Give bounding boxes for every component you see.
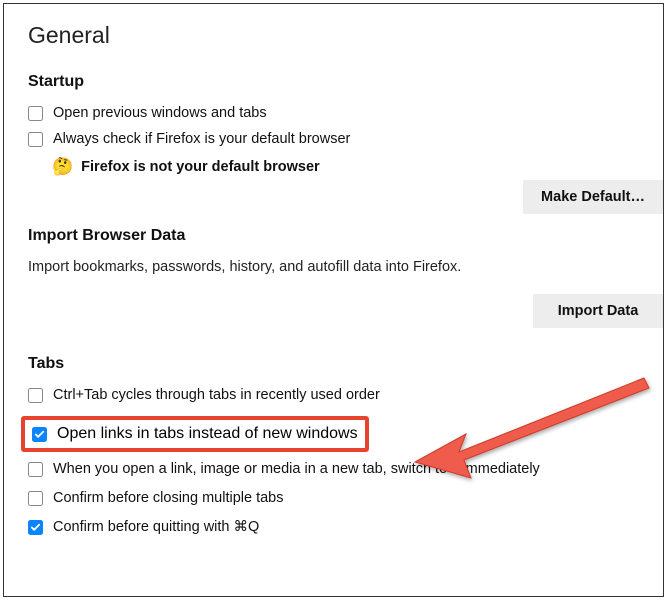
checkmark-icon — [30, 522, 41, 533]
page-title: General — [28, 22, 639, 49]
check-default-row[interactable]: Always check if Firefox is your default … — [28, 131, 639, 147]
tabs-heading: Tabs — [28, 355, 639, 373]
import-description: Import bookmarks, passwords, history, an… — [28, 259, 639, 275]
default-browser-warning: 🤔 Firefox is not your default browser — [52, 157, 639, 177]
checkbox-open-previous[interactable] — [28, 106, 43, 121]
import-heading: Import Browser Data — [28, 227, 639, 245]
import-data-button[interactable]: Import Data — [533, 294, 663, 328]
checkbox-open-links[interactable] — [32, 427, 47, 442]
confirm-quit-row[interactable]: Confirm before quitting with ⌘Q — [28, 519, 639, 535]
thinking-face-icon: 🤔 — [52, 157, 73, 177]
confirm-close-row[interactable]: Confirm before closing multiple tabs — [28, 490, 639, 506]
ctrl-tab-row[interactable]: Ctrl+Tab cycles through tabs in recently… — [28, 387, 639, 403]
open-previous-label: Open previous windows and tabs — [53, 105, 267, 121]
checkbox-confirm-close[interactable] — [28, 491, 43, 506]
ctrl-tab-label: Ctrl+Tab cycles through tabs in recently… — [53, 387, 380, 403]
check-default-label: Always check if Firefox is your default … — [53, 131, 350, 147]
checkbox-switch-immediate[interactable] — [28, 462, 43, 477]
switch-immediate-label: When you open a link, image or media in … — [53, 461, 540, 477]
open-links-label: Open links in tabs instead of new window… — [57, 425, 358, 443]
settings-panel: General Startup Open previous windows an… — [3, 3, 664, 597]
checkbox-ctrl-tab[interactable] — [28, 388, 43, 403]
highlight-annotation: Open links in tabs instead of new window… — [21, 416, 369, 452]
checkmark-icon — [34, 429, 45, 440]
default-browser-warn-text: Firefox is not your default browser — [81, 159, 319, 175]
confirm-quit-label: Confirm before quitting with ⌘Q — [53, 519, 259, 535]
confirm-close-label: Confirm before closing multiple tabs — [53, 490, 284, 506]
checkbox-confirm-quit[interactable] — [28, 520, 43, 535]
checkbox-check-default[interactable] — [28, 132, 43, 147]
startup-heading: Startup — [28, 73, 639, 91]
make-default-button[interactable]: Make Default… — [523, 180, 663, 214]
open-previous-row[interactable]: Open previous windows and tabs — [28, 105, 639, 121]
switch-immediate-row[interactable]: When you open a link, image or media in … — [28, 461, 639, 477]
